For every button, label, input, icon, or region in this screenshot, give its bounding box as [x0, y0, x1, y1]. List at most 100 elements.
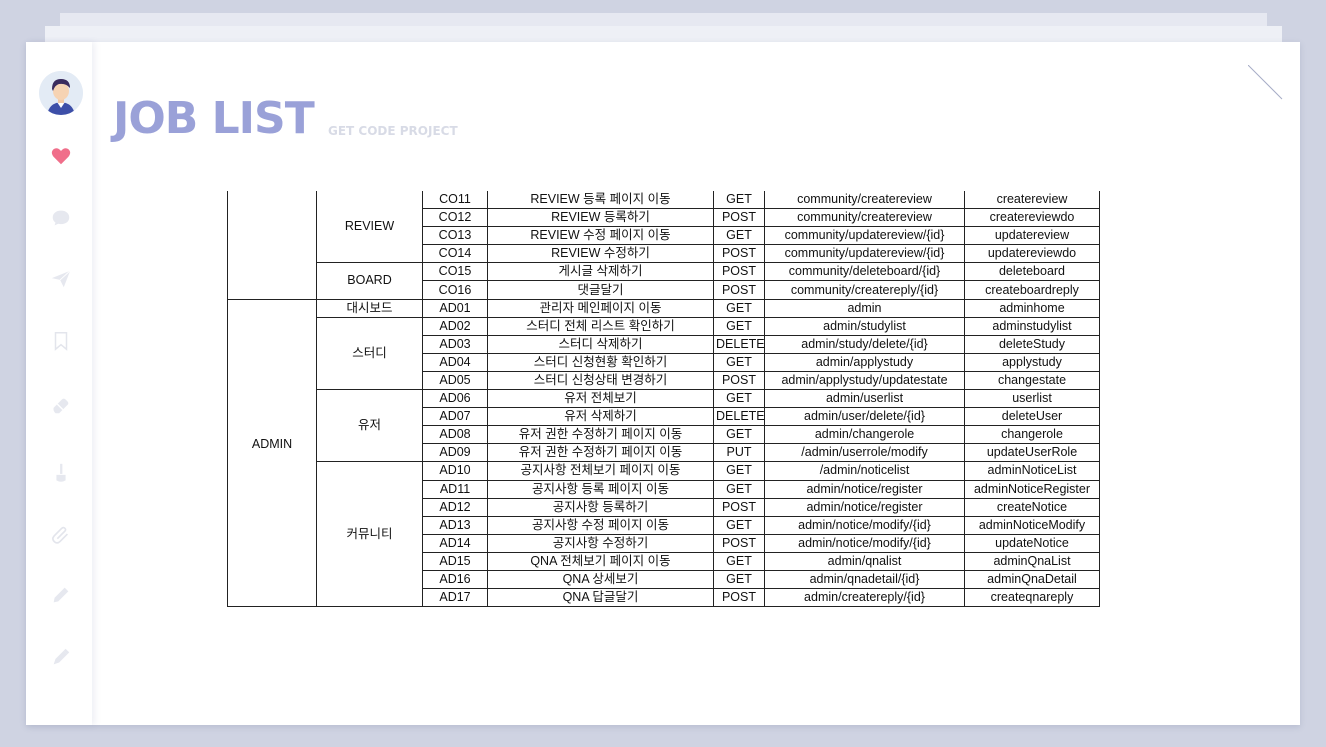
- job-description-cell: REVIEW 수정하기: [487, 244, 714, 264]
- url-path-cell: community/createreview: [764, 208, 965, 228]
- url-path-cell: admin/study/delete/{id}: [764, 334, 965, 354]
- http-method-cell: POST: [713, 497, 765, 517]
- page-subtitle: GET CODE PROJECT: [328, 124, 458, 138]
- job-description-cell: 게시글 삭제하기: [487, 262, 714, 282]
- job-code-cell: AD07: [422, 407, 488, 427]
- url-path-cell: community/deleteboard/{id}: [764, 262, 965, 282]
- job-description-cell: REVIEW 등록 페이지 이동: [487, 191, 714, 210]
- http-method-cell: POST: [713, 280, 765, 300]
- http-method-cell: PUT: [713, 443, 765, 463]
- function-name-cell: deleteUser: [964, 407, 1100, 427]
- heart-icon[interactable]: [50, 145, 72, 167]
- url-path-cell: admin/notice/register: [764, 497, 965, 517]
- job-description-cell: 공지사항 수정하기: [487, 533, 714, 553]
- function-name-cell: createboardreply: [964, 280, 1100, 300]
- http-method-cell: GET: [713, 515, 765, 535]
- url-path-cell: community/updatereview/{id}: [764, 244, 965, 264]
- function-name-cell: adminNoticeModify: [964, 515, 1100, 535]
- url-path-cell: /admin/noticelist: [764, 461, 965, 481]
- job-description-cell: 스터디 삭제하기: [487, 334, 714, 354]
- job-code-cell: AD03: [422, 334, 488, 354]
- corner-line-decoration: [1248, 65, 1283, 100]
- http-method-cell: GET: [713, 191, 765, 210]
- subcategory-cell: 커뮤니티: [316, 461, 423, 608]
- url-path-cell: admin/userlist: [764, 389, 965, 409]
- job-code-cell: AD02: [422, 316, 488, 336]
- job-list-table: REVIEW CO11 REVIEW 등록 페이지 이동 GET community/c…: [227, 191, 1100, 608]
- url-path-cell: admin/notice/register: [764, 479, 965, 499]
- pen-icon[interactable]: [50, 646, 72, 668]
- job-description-cell: 스터디 신청상태 변경하기: [487, 370, 714, 391]
- table-row: BOARD CO15 게시글 삭제하기 POST community/deleteboa…: [228, 262, 1100, 300]
- function-name-cell: updateUserRole: [964, 443, 1100, 463]
- eraser-icon[interactable]: [50, 394, 72, 416]
- job-description-cell: 공지사항 전체보기 페이지 이동: [487, 461, 714, 481]
- function-name-cell: adminQnaList: [964, 551, 1100, 571]
- http-method-cell: GET: [713, 298, 765, 318]
- job-description-cell: 공지사항 등록 페이지 이동: [487, 479, 714, 499]
- url-path-cell: admin/user/delete/{id}: [764, 407, 965, 427]
- url-path-cell: admin/qnalist: [764, 551, 965, 571]
- function-name-cell: adminstudylist: [964, 316, 1100, 336]
- job-code-cell: AD04: [422, 352, 488, 372]
- job-code-cell: AD12: [422, 497, 488, 517]
- job-code-cell: CO16: [422, 280, 488, 300]
- job-code-cell: AD05: [422, 370, 488, 391]
- job-description-cell: QNA 상세보기: [487, 569, 714, 590]
- table-row: REVIEW CO11 REVIEW 등록 페이지 이동 GET community/c…: [227, 191, 1100, 300]
- job-description-cell: 공지사항 등록하기: [487, 497, 714, 517]
- function-name-cell: createNotice: [964, 497, 1100, 517]
- function-name-cell: updateNotice: [964, 533, 1100, 553]
- function-name-cell: adminNoticeList: [964, 461, 1100, 481]
- job-description-cell: 스터디 전체 리스트 확인하기: [487, 316, 714, 336]
- url-path-cell: admin/changerole: [764, 425, 965, 445]
- brush-icon[interactable]: [50, 462, 72, 484]
- job-code-cell: AD06: [422, 389, 488, 409]
- pencil-icon[interactable]: [50, 584, 72, 606]
- http-method-cell: POST: [713, 262, 765, 282]
- job-code-cell: CO14: [422, 244, 488, 264]
- http-method-cell: POST: [713, 244, 765, 264]
- page-title: JOB LIST: [113, 93, 315, 144]
- job-description-cell: 유저 권한 수정하기 페이지 이동: [487, 443, 714, 463]
- job-code-cell: CO11: [422, 191, 488, 210]
- http-method-cell: GET: [713, 461, 765, 481]
- url-path-cell: /admin/userrole/modify: [764, 443, 965, 463]
- job-description-cell: 스터디 신청현황 확인하기: [487, 352, 714, 372]
- url-path-cell: community/updatereview/{id}: [764, 226, 965, 246]
- http-method-cell: POST: [713, 370, 765, 391]
- job-description-cell: 유저 권한 수정하기 페이지 이동: [487, 425, 714, 445]
- function-name-cell: userlist: [964, 389, 1100, 409]
- job-code-cell: CO15: [422, 262, 488, 282]
- slide-card: JOB LIST GET CODE PROJECT REVIEW CO11 REVI…: [26, 42, 1300, 725]
- job-code-cell: AD14: [422, 533, 488, 553]
- url-path-cell: community/createreply/{id}: [764, 280, 965, 300]
- paperclip-icon[interactable]: [50, 524, 72, 546]
- bookmark-icon[interactable]: [50, 330, 72, 352]
- paper-plane-icon[interactable]: [50, 268, 72, 290]
- function-name-cell: changestate: [964, 370, 1100, 391]
- sidebar: [26, 42, 92, 725]
- function-name-cell: applystudy: [964, 352, 1100, 372]
- table-row: 유저 AD06 유저 전체보기 GET admin/userlist userlist: [228, 389, 1100, 463]
- http-method-cell: POST: [713, 208, 765, 228]
- url-path-cell: admin: [764, 298, 965, 318]
- function-name-cell: deleteStudy: [964, 334, 1100, 354]
- http-method-cell: DELETE: [713, 334, 765, 354]
- http-method-cell: GET: [713, 479, 765, 499]
- function-name-cell: adminQnaDetail: [964, 569, 1100, 590]
- job-description-cell: QNA 답글달기: [487, 588, 714, 608]
- job-description-cell: 유저 삭제하기: [487, 407, 714, 427]
- http-method-cell: POST: [713, 533, 765, 553]
- avatar[interactable]: [39, 71, 83, 115]
- subcategory-cell: 스터디: [316, 316, 423, 391]
- job-code-cell: CO12: [422, 208, 488, 228]
- function-name-cell: createreviewdo: [964, 208, 1100, 228]
- url-path-cell: admin/applystudy/updatestate: [764, 370, 965, 391]
- chat-bubble-icon[interactable]: [50, 207, 72, 229]
- table-row: 커뮤니티 AD10 공지사항 전체보기 페이지 이동 GET/admin/notice…: [228, 461, 1100, 608]
- url-path-cell: admin/studylist: [764, 316, 965, 336]
- http-method-cell: GET: [713, 569, 765, 590]
- table-row: ADMIN 대시보드 AD01 관리자 메인페이지 이동 GET admin adminho…: [227, 298, 1100, 608]
- http-method-cell: POST: [713, 588, 765, 608]
